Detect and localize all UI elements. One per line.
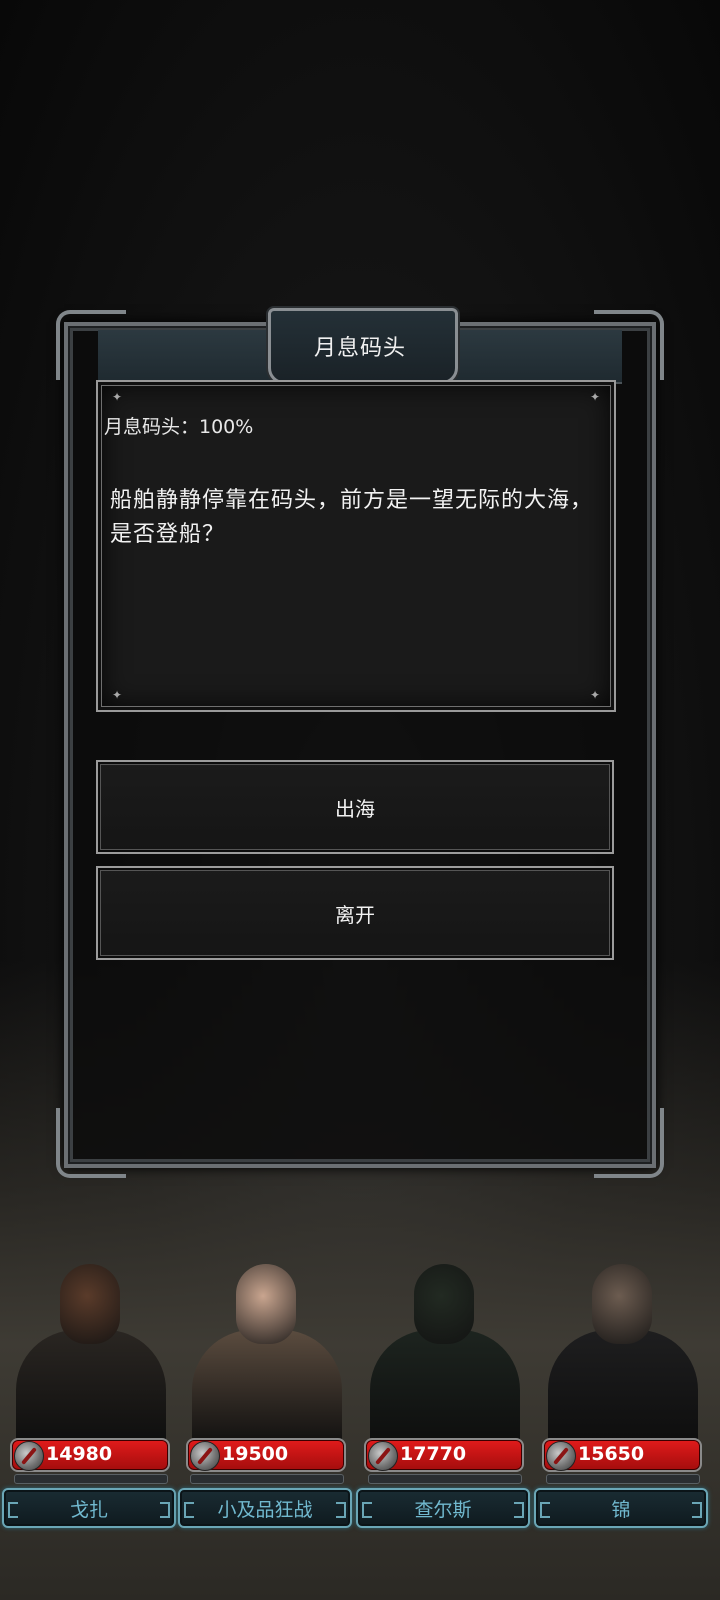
- hero-card[interactable]: 15650 锦: [534, 1260, 710, 1530]
- sword-icon: [546, 1441, 576, 1471]
- frame-corner-ornament: [594, 1108, 664, 1178]
- hero-head: [236, 1264, 296, 1344]
- hp-bar: 19500: [186, 1438, 346, 1472]
- energy-bar: [546, 1474, 700, 1484]
- hero-head: [592, 1264, 652, 1344]
- energy-bar: [190, 1474, 344, 1484]
- hero-name-plate[interactable]: 戈扎: [2, 1488, 176, 1528]
- set-sail-button[interactable]: 出海: [96, 760, 614, 854]
- hero-card[interactable]: 14980 戈扎: [2, 1260, 178, 1530]
- hp-value: 14980: [46, 1443, 113, 1465]
- hero-portrait: [8, 1260, 172, 1440]
- location-progress: 月息码头：100%: [104, 416, 254, 438]
- hero-card[interactable]: 19500 小及品狂战: [178, 1260, 354, 1530]
- party-roster: 14980 戈扎 19500 小及品狂战 17770 查尔斯 15650 锦: [0, 1260, 720, 1540]
- hero-name-plate[interactable]: 锦: [534, 1488, 708, 1528]
- frame-corner-ornament: [56, 1108, 126, 1178]
- leave-button[interactable]: 离开: [96, 866, 614, 960]
- dialog-title: 月息码头: [313, 336, 406, 361]
- hero-portrait: [362, 1260, 526, 1440]
- hero-head: [60, 1264, 120, 1344]
- sparkle-icon: ✦: [112, 390, 123, 404]
- energy-bar: [14, 1474, 168, 1484]
- event-description: 船舶静静停靠在码头，前方是一望无际的大海，是否登船？: [110, 488, 594, 547]
- hero-body: [192, 1330, 342, 1440]
- hero-portrait: [540, 1260, 704, 1440]
- hero-head: [414, 1264, 474, 1344]
- hero-portrait: [184, 1260, 348, 1440]
- sword-icon: [190, 1441, 220, 1471]
- hero-name-plate[interactable]: 小及品狂战: [178, 1488, 352, 1528]
- frame-corner-ornament: [56, 310, 126, 380]
- sparkle-icon: ✦: [590, 688, 601, 702]
- hp-bar: 15650: [542, 1438, 702, 1472]
- sparkle-icon: ✦: [112, 688, 123, 702]
- hp-value: 15650: [578, 1443, 645, 1465]
- hp-value: 17770: [400, 1443, 467, 1465]
- hero-body: [548, 1330, 698, 1440]
- hp-bar: 17770: [364, 1438, 524, 1472]
- hero-body: [16, 1330, 166, 1440]
- sword-icon: [368, 1441, 398, 1471]
- hero-card[interactable]: 17770 查尔斯: [356, 1260, 532, 1530]
- sword-icon: [14, 1441, 44, 1471]
- energy-bar: [368, 1474, 522, 1484]
- hero-name-plate[interactable]: 查尔斯: [356, 1488, 530, 1528]
- hp-bar: 14980: [10, 1438, 170, 1472]
- hp-value: 19500: [222, 1443, 289, 1465]
- sparkle-icon: ✦: [590, 390, 601, 404]
- frame-corner-ornament: [594, 310, 664, 380]
- hero-body: [370, 1330, 520, 1440]
